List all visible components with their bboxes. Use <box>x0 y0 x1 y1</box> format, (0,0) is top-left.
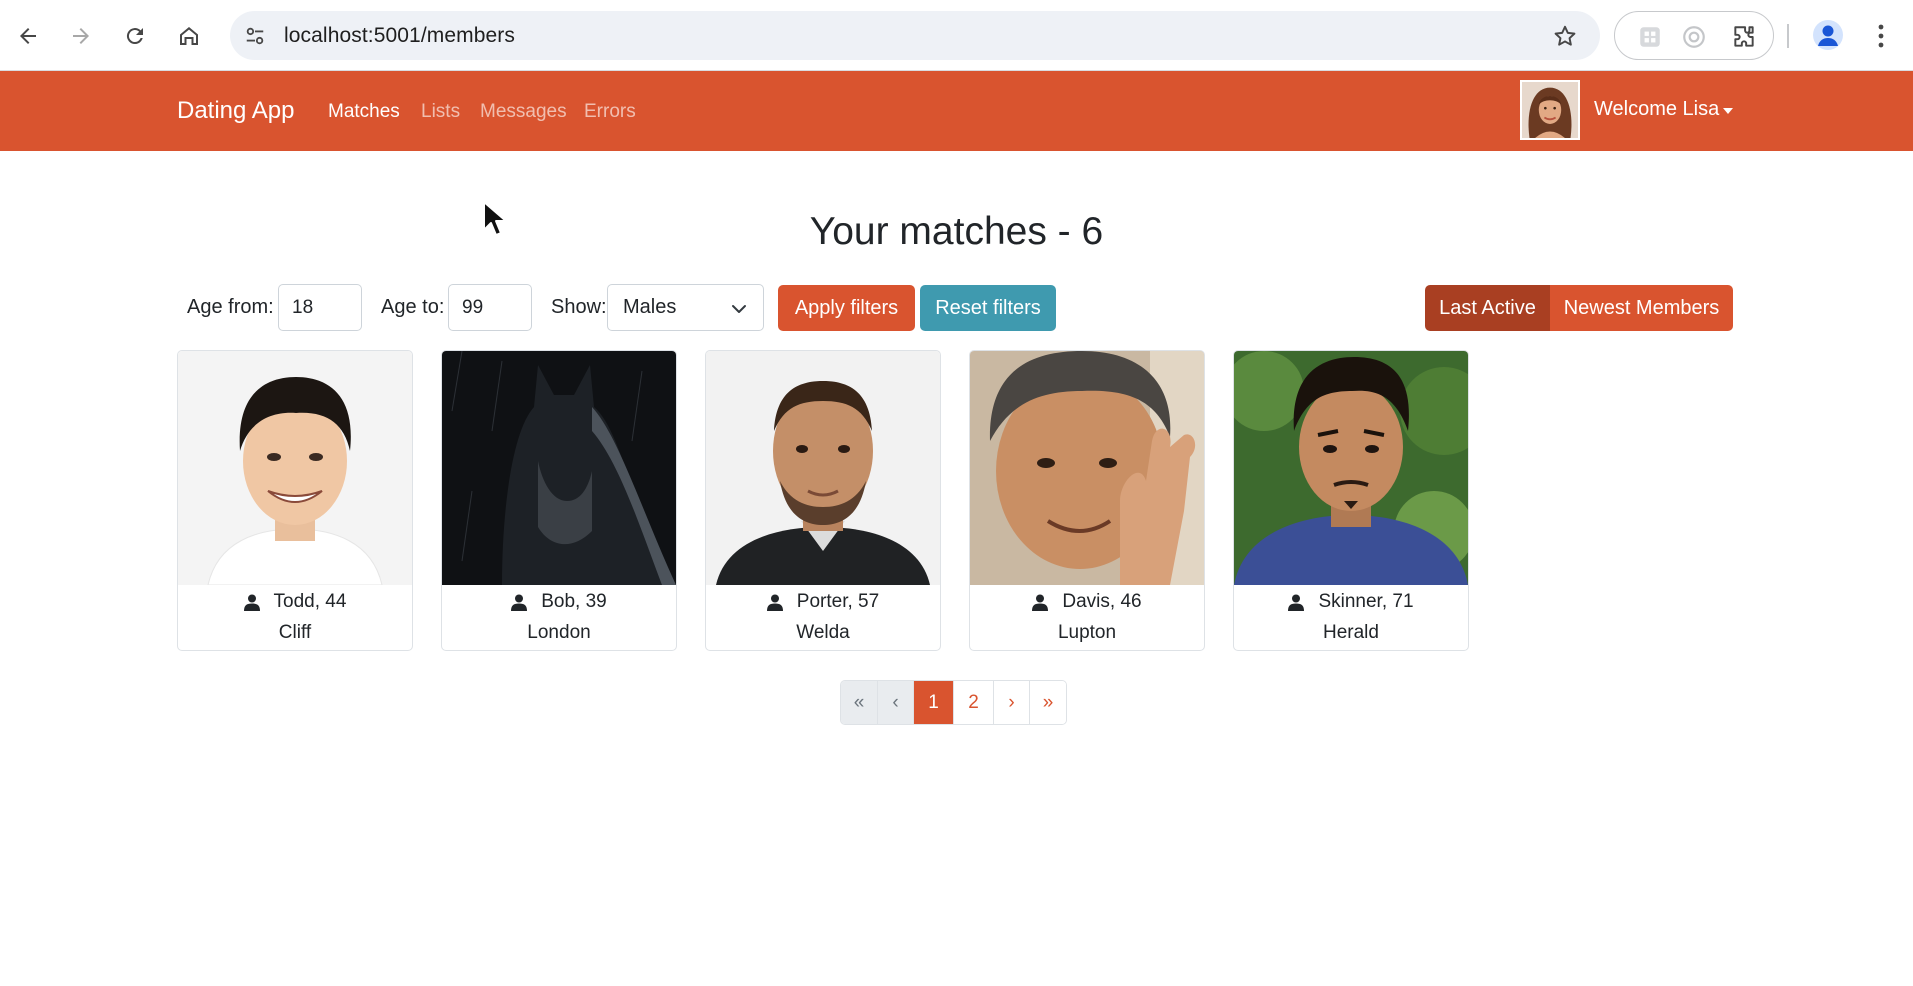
member-photo[interactable] <box>1234 351 1468 585</box>
member-photo[interactable] <box>442 351 676 585</box>
user-avatar[interactable] <box>1520 80 1580 140</box>
nav-messages[interactable]: Messages <box>480 101 567 123</box>
age-to-input[interactable] <box>448 284 532 331</box>
extension-grid-icon[interactable] <box>1637 24 1663 50</box>
nav-lists[interactable]: Lists <box>421 101 460 123</box>
member-city: Welda <box>796 622 850 643</box>
page-prev-button[interactable]: ‹ <box>878 681 914 724</box>
member-photo[interactable] <box>706 351 940 585</box>
sort-newest-members-button[interactable]: Newest Members <box>1550 285 1733 331</box>
reload-button[interactable] <box>113 14 157 58</box>
member-city: Herald <box>1323 622 1379 643</box>
site-info-icon[interactable] <box>242 23 268 49</box>
member-name-age: Porter, 57 <box>796 591 880 612</box>
arrow-right-icon <box>73 28 89 44</box>
home-button[interactable] <box>167 14 211 58</box>
back-button[interactable] <box>6 14 50 58</box>
extension-target-icon[interactable] <box>1681 24 1707 50</box>
member-photo[interactable] <box>178 351 412 585</box>
user-icon <box>511 594 528 611</box>
bookmark-star-icon[interactable] <box>1552 23 1578 49</box>
page-next-button[interactable]: › <box>994 681 1030 724</box>
page-title: Your matches - 6 <box>809 210 1104 253</box>
member-name-row: Porter, 57 <box>706 591 940 613</box>
member-card[interactable]: Davis, 46 Lupton <box>969 350 1205 651</box>
browser-menu-icon[interactable] <box>1868 22 1894 50</box>
age-from-label: Age from: <box>187 296 274 318</box>
home-icon <box>180 27 198 45</box>
chevron-down-icon <box>732 305 746 313</box>
member-name-row: Todd, 44 <box>178 591 412 613</box>
gender-select-value: Males <box>623 296 677 318</box>
member-name-row: Davis, 46 <box>970 591 1204 613</box>
reset-filters-button[interactable]: Reset filters <box>920 285 1056 331</box>
member-photo[interactable] <box>970 351 1204 585</box>
member-card[interactable]: Todd, 44 Cliff <box>177 350 413 651</box>
toolbar-divider <box>1787 24 1789 48</box>
page-2-button[interactable]: 2 <box>954 681 994 724</box>
page-first-button[interactable]: « <box>841 681 878 724</box>
gender-select[interactable]: Males <box>607 284 764 331</box>
extensions-puzzle-icon[interactable] <box>1731 24 1757 50</box>
forward-button[interactable] <box>59 14 103 58</box>
member-name-row: Skinner, 71 <box>1234 591 1468 613</box>
pagination: « ‹ 1 2 › » <box>840 680 1067 725</box>
member-name-age: Davis, 46 <box>1062 591 1142 612</box>
brand-link[interactable]: Dating App <box>177 97 294 125</box>
nav-matches[interactable]: Matches <box>328 101 400 123</box>
member-card[interactable]: Skinner, 71 Herald <box>1233 350 1469 651</box>
browser-toolbar: localhost:5001/members <box>0 0 1913 71</box>
url-text[interactable]: localhost:5001/members <box>284 24 515 48</box>
sort-last-active-button[interactable]: Last Active <box>1425 285 1550 331</box>
profile-icon[interactable] <box>1813 20 1843 50</box>
nav-errors[interactable]: Errors <box>584 101 636 123</box>
page-1-button[interactable]: 1 <box>914 681 954 724</box>
user-icon <box>1032 594 1049 611</box>
reload-icon <box>126 28 143 45</box>
welcome-dropdown[interactable]: Welcome Lisa <box>1594 98 1719 121</box>
member-name-age: Bob, 39 <box>541 591 607 612</box>
user-icon <box>243 594 260 611</box>
member-name-row: Bob, 39 <box>442 591 676 613</box>
user-icon <box>1288 594 1305 611</box>
caret-down-icon[interactable] <box>1723 108 1733 114</box>
arrow-left-icon <box>20 28 36 44</box>
member-name-age: Todd, 44 <box>273 591 347 612</box>
show-label: Show: <box>551 296 607 318</box>
member-city: Lupton <box>1057 622 1117 643</box>
app-navbar: Dating App Matches Lists Messages Errors… <box>0 71 1913 151</box>
page-last-button[interactable]: » <box>1030 681 1066 724</box>
age-to-label: Age to: <box>381 296 445 318</box>
member-city: Cliff <box>278 622 312 643</box>
extensions-group <box>1614 11 1774 60</box>
member-name-age: Skinner, 71 <box>1318 591 1414 612</box>
member-card[interactable]: Porter, 57 Welda <box>705 350 941 651</box>
age-from-input[interactable] <box>278 284 362 331</box>
address-bar[interactable]: localhost:5001/members <box>230 11 1600 60</box>
user-icon <box>766 594 783 611</box>
sort-button-group: Last Active Newest Members <box>1425 285 1733 331</box>
member-city: London <box>527 622 591 643</box>
apply-filters-button[interactable]: Apply filters <box>778 285 915 331</box>
member-card[interactable]: Bob, 39 London <box>441 350 677 651</box>
